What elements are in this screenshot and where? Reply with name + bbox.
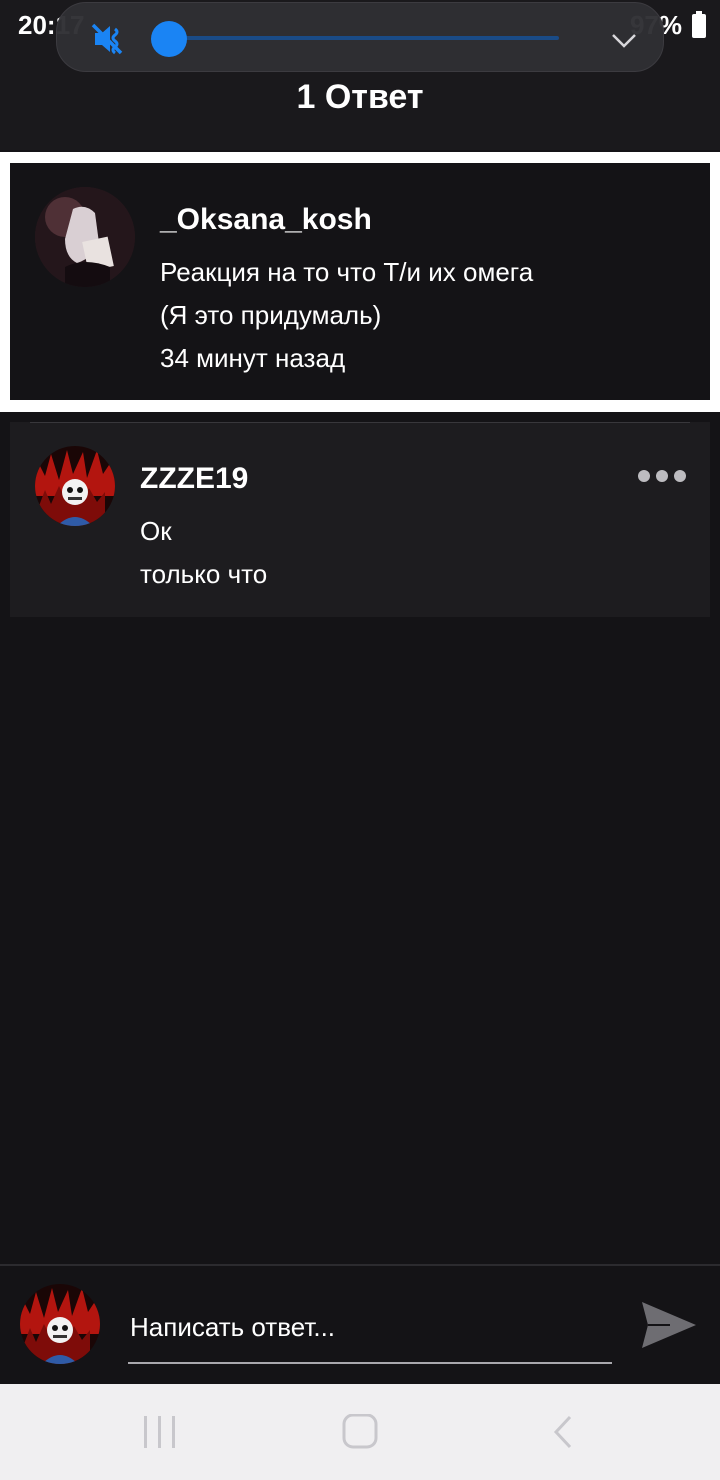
reply-composer <box>0 1264 720 1384</box>
more-dots-icon[interactable] <box>638 470 690 484</box>
post-text-line: (Я это придумаль) <box>160 300 382 330</box>
vibrate-mute-icon[interactable] <box>91 21 127 57</box>
reply-text: Ок <box>140 516 172 546</box>
avatar-image <box>20 1284 100 1364</box>
home-icon[interactable] <box>340 1414 380 1450</box>
reply-input[interactable] <box>128 1292 612 1364</box>
original-post: _Oksana_kosh Реакция на то что Т/и их ом… <box>10 163 710 400</box>
chevron-down-icon[interactable] <box>609 25 639 55</box>
original-post-frame: _Oksana_kosh Реакция на то что Т/и их ом… <box>0 152 720 412</box>
post-timestamp: 34 минут назад <box>160 343 346 373</box>
back-icon[interactable] <box>546 1414 582 1450</box>
page-title: 1 Ответ <box>296 78 424 116</box>
volume-slider-thumb[interactable] <box>151 21 187 57</box>
volume-track[interactable] <box>169 36 559 40</box>
system-nav-bar <box>0 1384 720 1480</box>
battery-icon <box>692 10 706 38</box>
reply-timestamp: только что <box>140 559 268 589</box>
reply-author[interactable]: ZZZE19 <box>140 462 248 496</box>
post-text-line: Реакция на то что Т/и их омега <box>160 257 534 287</box>
send-icon[interactable] <box>640 1296 698 1354</box>
volume-panel <box>56 2 664 72</box>
avatar-image <box>35 187 135 287</box>
recents-icon[interactable] <box>140 1414 180 1450</box>
avatar[interactable] <box>35 187 135 287</box>
divider <box>30 422 690 423</box>
avatar[interactable] <box>35 446 115 526</box>
avatar <box>20 1284 100 1364</box>
post-author[interactable]: _Oksana_kosh <box>160 203 372 237</box>
avatar-image <box>35 446 115 526</box>
reply-item: ZZZE19 Ок только что <box>10 422 710 617</box>
